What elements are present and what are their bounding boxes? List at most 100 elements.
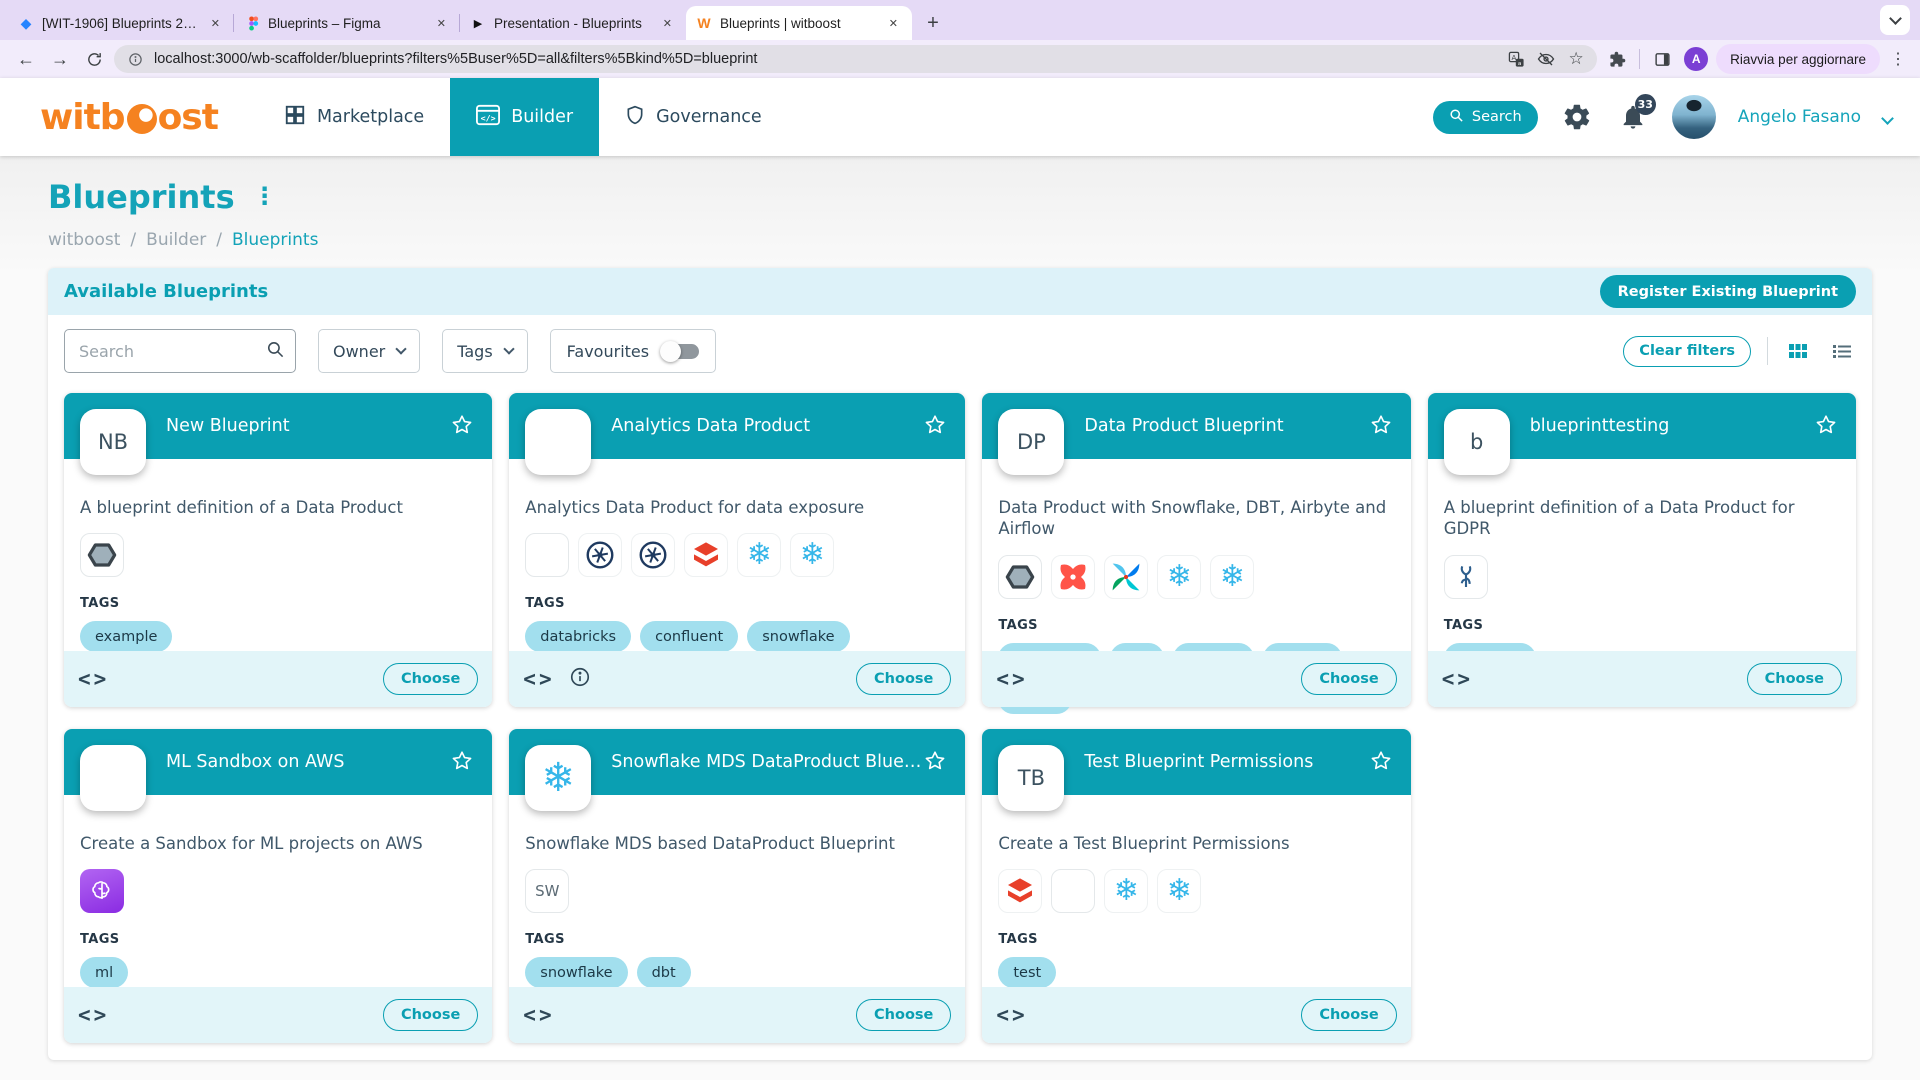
favourite-star-icon[interactable] <box>921 748 949 776</box>
tag-chips: example <box>80 621 476 653</box>
choose-button[interactable]: Choose <box>1301 663 1397 695</box>
card-avatar: b <box>1443 409 1510 475</box>
page-kebab-menu-icon[interactable]: ⋮ <box>253 184 277 208</box>
global-search-button[interactable]: Search <box>1432 100 1538 134</box>
tab-search-chevron[interactable] <box>1880 5 1910 35</box>
breadcrumb-witboost[interactable]: witboost <box>48 230 120 250</box>
user-name[interactable]: Angelo Fasano <box>1738 107 1861 127</box>
code-icon[interactable]: <> <box>523 1003 554 1027</box>
bookmark-star-icon[interactable]: ☆ <box>1565 48 1587 70</box>
code-icon[interactable]: <> <box>78 667 109 691</box>
breadcrumb-builder[interactable]: Builder <box>146 230 206 250</box>
code-icon[interactable]: <> <box>523 667 554 691</box>
favourites-filter: Favourites <box>549 329 717 373</box>
browser-window: ◆ [WIT-1906] Blueprints 2.0 - ✕ Blueprin… <box>0 0 1920 1080</box>
reload-icon[interactable] <box>80 45 108 73</box>
tab-witboost-active[interactable]: W Blueprints | witboost ✕ <box>686 6 912 40</box>
choose-button[interactable]: Choose <box>382 663 479 695</box>
breadcrumb-separator: / <box>216 230 223 250</box>
tag-chip: dbt <box>636 957 691 989</box>
nav-governance[interactable]: Governance <box>599 78 788 156</box>
code-icon[interactable]: <> <box>1442 667 1473 691</box>
search-input[interactable] <box>79 341 266 361</box>
clear-filters-button[interactable]: Clear filters <box>1623 335 1751 367</box>
close-icon[interactable]: ✕ <box>885 15 902 32</box>
nav-marketplace[interactable]: Marketplace <box>258 78 450 156</box>
choose-button[interactable]: Choose <box>856 663 952 695</box>
tab-presentation[interactable]: ▶ Presentation - Blueprints ✕ <box>459 6 686 40</box>
register-existing-blueprint-button[interactable]: Register Existing Blueprint <box>1599 275 1856 308</box>
impala-icon <box>1443 554 1488 599</box>
url-omnibox[interactable]: localhost:3000/wb-scaffolder/blueprints?… <box>114 45 1598 73</box>
browser-profile-avatar[interactable]: A <box>1684 47 1709 71</box>
choose-button[interactable]: Choose <box>1746 663 1842 695</box>
snowflake-icon: ❄ <box>1157 869 1202 914</box>
figma-icon <box>244 15 260 31</box>
breadcrumb: witboost / Builder / Blueprints <box>48 230 1872 250</box>
shield-icon <box>625 104 645 131</box>
tags-label: Tags <box>457 341 493 361</box>
side-panel-icon[interactable] <box>1648 45 1676 73</box>
favourite-star-icon[interactable] <box>1367 412 1395 440</box>
snowflake-icon: ❄ <box>541 755 576 801</box>
sw-badge-icon: SW <box>525 869 570 914</box>
favourites-label: Favourites <box>566 341 650 361</box>
close-icon[interactable]: ✕ <box>207 15 224 32</box>
info-icon[interactable] <box>569 666 591 692</box>
list-view-icon[interactable] <box>1828 337 1856 365</box>
code-icon[interactable]: <> <box>78 1003 109 1027</box>
card-description: Snowflake MDS based DataProduct Blueprin… <box>525 834 895 853</box>
nav-builder[interactable]: </> Builder <box>450 78 600 156</box>
favourite-star-icon[interactable] <box>1367 748 1395 776</box>
avatar-initials: DP <box>1016 430 1046 454</box>
card-footer: <> Choose <box>509 987 966 1043</box>
avatar-initials: b <box>1470 430 1484 454</box>
witboost-logo[interactable]: witb ost <box>40 97 219 138</box>
extensions-icon[interactable] <box>1603 45 1631 73</box>
code-icon[interactable]: <> <box>996 1003 1027 1027</box>
tab-figma[interactable]: Blueprints – Figma ✕ <box>233 6 460 40</box>
settings-gear-icon[interactable] <box>1560 100 1594 134</box>
browser-menu-icon[interactable]: ⋮ <box>1888 49 1908 69</box>
divider <box>1639 49 1641 69</box>
tags-filter-dropdown[interactable]: Tags <box>442 329 528 373</box>
choose-button[interactable]: Choose <box>856 999 952 1031</box>
logo-o-icon <box>126 104 157 134</box>
new-tab-button[interactable]: + <box>918 8 948 38</box>
play-icon: ▶ <box>473 17 483 30</box>
close-icon[interactable]: ✕ <box>659 15 676 32</box>
svg-text:</>: </> <box>481 113 496 123</box>
choose-button[interactable]: Choose <box>1301 999 1397 1031</box>
back-icon[interactable]: ← <box>12 45 40 73</box>
favourite-star-icon[interactable] <box>448 748 476 776</box>
site-info-icon[interactable] <box>124 48 146 70</box>
blueprint-search-field[interactable] <box>64 329 296 373</box>
tech-icons-row: SW <box>525 869 949 914</box>
eye-off-icon[interactable] <box>1535 48 1557 70</box>
tags-heading: TAGS <box>525 596 565 612</box>
close-icon[interactable]: ✕ <box>433 15 450 32</box>
translate-icon[interactable]: Aa <box>1505 48 1527 70</box>
notifications-bell-icon[interactable]: 33 <box>1616 94 1656 134</box>
tab-jira[interactable]: ◆ [WIT-1906] Blueprints 2.0 - ✕ <box>8 6 234 40</box>
favourite-star-icon[interactable] <box>921 412 949 440</box>
grid-view-icon[interactable] <box>1784 337 1812 365</box>
card-avatar <box>525 409 592 475</box>
choose-button[interactable]: Choose <box>382 999 479 1031</box>
favourite-star-icon[interactable] <box>448 412 476 440</box>
favourites-toggle[interactable] <box>660 340 700 362</box>
forward-icon[interactable]: → <box>46 45 74 73</box>
jira-icon: ◆ <box>20 14 32 31</box>
filter-bar: Owner Tags Favourites Clear filters <box>48 315 1872 385</box>
browser-actions: A Riavvia per aggiornare ⋮ <box>1603 44 1908 74</box>
user-menu-chevron-icon[interactable] <box>1881 108 1894 127</box>
code-icon[interactable]: <> <box>996 667 1027 691</box>
tag-chip: confluent <box>640 621 739 653</box>
notification-count-badge: 33 <box>1634 94 1656 115</box>
favourite-star-icon[interactable] <box>1812 412 1840 440</box>
owner-filter-dropdown[interactable]: Owner <box>318 329 421 373</box>
card-title: blueprinttesting <box>1529 416 1670 436</box>
user-avatar[interactable] <box>1671 95 1716 139</box>
tab-title: Presentation - Blueprints <box>494 15 642 31</box>
restart-to-update-button[interactable]: Riavvia per aggiornare <box>1716 44 1880 74</box>
